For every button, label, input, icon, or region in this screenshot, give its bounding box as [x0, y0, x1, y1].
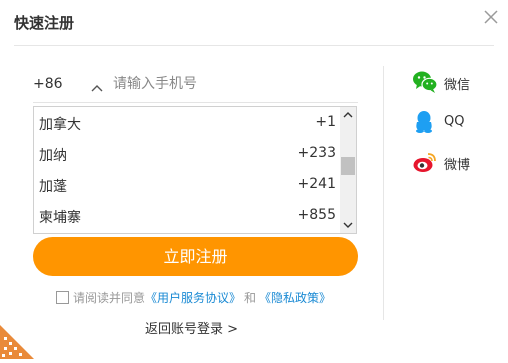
country-dial-code: +1 — [315, 114, 336, 130]
vertical-divider — [383, 66, 384, 320]
phone-input[interactable] — [113, 72, 353, 96]
country-dial-code: +241 — [297, 176, 336, 192]
country-name: 加拿大 — [39, 117, 81, 133]
country-name: 柬埔寨 — [39, 210, 81, 226]
country-name: 加纳 — [39, 148, 67, 164]
list-scrollbar[interactable] — [340, 107, 356, 233]
qq-icon — [412, 110, 438, 134]
privacy-policy-link[interactable]: 《隐私政策》 — [259, 291, 331, 305]
weibo-icon — [412, 150, 438, 174]
back-to-login-link[interactable]: 返回账号登录 > — [145, 318, 238, 337]
agreement-checkbox[interactable] — [56, 291, 69, 304]
scroll-down-arrow-icon[interactable] — [340, 217, 356, 233]
agreement-prefix: 请阅读并同意 — [73, 291, 146, 305]
country-item[interactable]: 加拿大 +1 — [34, 107, 340, 138]
scroll-up-arrow-icon[interactable] — [340, 107, 356, 123]
social-label: 微博 — [444, 158, 471, 173]
country-dial-code: +233 — [297, 145, 336, 161]
country-code-selector[interactable]: +86 — [33, 76, 63, 92]
register-button[interactable]: 立即注册 — [33, 237, 358, 276]
chevron-up-icon[interactable] — [91, 78, 103, 92]
close-icon[interactable] — [482, 8, 500, 26]
country-item[interactable]: 加蓬 +241 — [34, 169, 340, 200]
corner-decoration — [0, 317, 42, 359]
dialog-title: 快速注册 — [14, 14, 75, 32]
country-name: 加蓬 — [39, 179, 67, 195]
country-dropdown-list[interactable]: 加拿大 +1 加纳 +233 加蓬 +241 柬埔寨 +855 — [33, 106, 357, 234]
social-label: 微信 — [444, 78, 471, 93]
country-item[interactable]: 柬埔寨 +855 — [34, 200, 340, 231]
agreement-and: 和 — [244, 291, 257, 305]
user-agreement-link[interactable]: 《用户服务协议》 — [145, 291, 241, 305]
title-divider — [14, 45, 494, 46]
scroll-thumb[interactable] — [341, 157, 355, 175]
wechat-icon — [412, 70, 438, 94]
social-label: QQ — [444, 114, 465, 129]
phone-row: +86 — [33, 66, 358, 103]
agreement-row: 请阅读并同意《用户服务协议》和《隐私政策》 — [56, 289, 331, 305]
country-item[interactable]: 加纳 +233 — [34, 138, 340, 169]
country-dial-code: +855 — [297, 207, 336, 223]
